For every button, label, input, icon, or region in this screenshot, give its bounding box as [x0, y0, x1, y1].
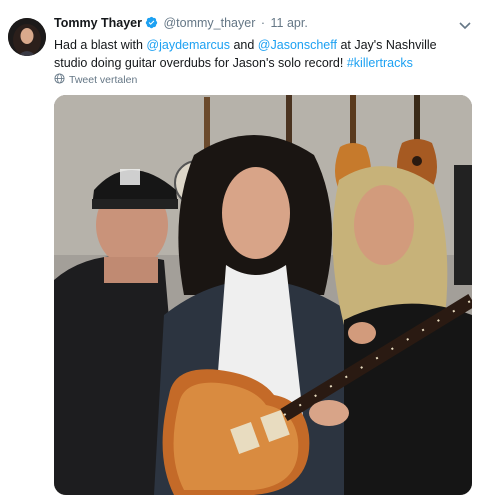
- tweet-header: Tommy Thayer @tommy_thayer · 11 apr.: [54, 16, 472, 34]
- hand: [309, 400, 349, 426]
- chevron-down-icon[interactable]: [458, 18, 472, 30]
- handle[interactable]: @tommy_thayer: [163, 16, 255, 30]
- globe-icon: [54, 73, 65, 87]
- mention-link[interactable]: @Jasonscheff: [258, 38, 337, 52]
- translate-label: Tweet vertalen: [69, 74, 138, 86]
- translate-tweet[interactable]: Tweet vertalen: [54, 73, 137, 87]
- display-name[interactable]: Tommy Thayer: [54, 16, 142, 30]
- tweet-photo[interactable]: [54, 95, 472, 495]
- tweet-text-part: and: [229, 38, 258, 52]
- tweet-date[interactable]: 11 apr.: [271, 16, 308, 30]
- hand: [348, 322, 376, 344]
- mention-link[interactable]: @jaydemarcus: [146, 38, 230, 52]
- tweet-text-part: Had a blast with: [54, 38, 147, 52]
- hashtag-link[interactable]: #killertracks: [347, 56, 413, 70]
- tweet-text: Had a blast with @jaydemarcus and @Jason…: [54, 36, 472, 72]
- tweet[interactable]: Tommy Thayer @tommy_thayer · 11 apr. Had…: [0, 0, 480, 498]
- avatar[interactable]: [8, 18, 46, 56]
- separator-dot: ·: [260, 16, 266, 30]
- verified-badge-icon: [145, 16, 158, 32]
